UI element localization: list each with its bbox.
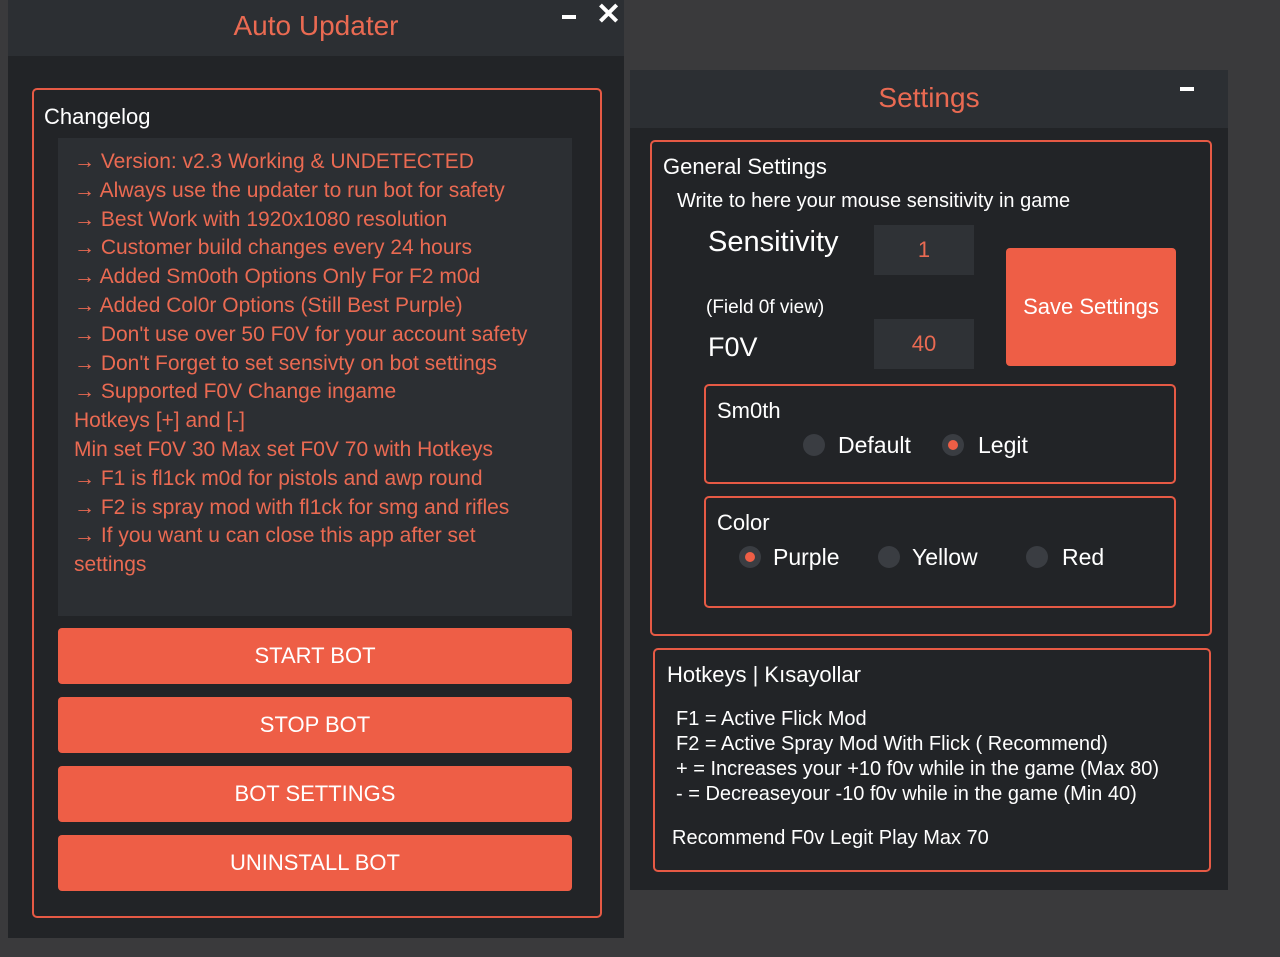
stop-bot-button[interactable]: STOP BOT <box>58 697 572 753</box>
color-yellow-label[interactable]: Yellow <box>912 544 978 571</box>
fov-hint-label: (Field 0f view) <box>706 297 825 318</box>
hotkeys-group: Hotkeys | Kısayollar F1 = Active Flick M… <box>653 648 1211 872</box>
smooth-default-radio[interactable] <box>803 434 825 456</box>
close-button[interactable]: ✕ <box>596 0 621 30</box>
smooth-group: Sm0th Default Legit <box>704 384 1176 484</box>
changelog-line: → Best Work with 1920x1080 resolution <box>74 207 448 231</box>
changelog-line: → Supported F0V Change ingame <box>74 380 397 404</box>
changelog-line: → F1 is fl1ck m0d for pistols and awp ro… <box>74 466 483 490</box>
changelog-line: Min set F0V 30 Max set F0V 70 with Hotke… <box>74 437 493 461</box>
color-purple-radio[interactable] <box>739 546 761 568</box>
changelog-line: → Added Sm0oth Options Only For F2 m0d <box>74 265 481 289</box>
bot-settings-button[interactable]: BOT SETTINGS <box>58 766 572 822</box>
changelog-line: → Don't use over 50 F0V for your account… <box>74 322 528 346</box>
changelog-line: → Always use the updater to run bot for … <box>74 178 505 202</box>
settings-window: Settings General Settings Write to here … <box>630 70 1228 890</box>
changelog-group: Changelog → Version: v2.3 Working & UNDE… <box>32 88 602 918</box>
color-red-radio[interactable] <box>1026 546 1048 568</box>
changelog-label: Changelog <box>44 104 151 129</box>
changelog-line: → Version: v2.3 Working & UNDETECTED <box>74 150 474 173</box>
hotkey-recommend: Recommend F0v Legit Play Max 70 <box>672 827 989 849</box>
changelog-line: settings <box>74 553 147 577</box>
changelog-line: → Don't Forget to set sensivty on bot se… <box>74 351 498 375</box>
minimize-button[interactable] <box>1180 87 1194 91</box>
color-yellow-radio[interactable] <box>878 546 900 568</box>
hotkey-line: + = Increases your +10 f0v while in the … <box>676 758 1160 780</box>
general-settings-label: General Settings <box>663 154 827 179</box>
window-title: Settings <box>878 82 980 113</box>
sensitivity-label: Sensitivity <box>708 226 839 258</box>
changelog-line: Hotkeys [+] and [-] <box>74 409 245 433</box>
color-purple-label[interactable]: Purple <box>773 544 839 571</box>
settings-titlebar[interactable]: Settings <box>630 70 1228 128</box>
changelog-line: → Added Col0r Options (Still Best Purple… <box>74 293 463 317</box>
changelog-line: → Customer build changes every 24 hours <box>74 236 473 260</box>
color-label: Color <box>717 510 770 535</box>
auto-updater-titlebar[interactable]: Auto Updater ✕ <box>8 0 624 56</box>
changelog-text[interactable]: → Version: v2.3 Working & UNDETECTED → A… <box>58 138 572 616</box>
color-red-label[interactable]: Red <box>1062 544 1104 571</box>
hotkey-line: - = Decreaseyour -10 f0v while in the ga… <box>676 783 1137 805</box>
start-bot-button[interactable]: START BOT <box>58 628 572 684</box>
minimize-button[interactable] <box>562 15 576 19</box>
hotkey-line: F1 = Active Flick Mod <box>676 708 867 730</box>
smooth-label: Sm0th <box>717 398 781 423</box>
sensitivity-instruction: Write to here your mouse sensitivity in … <box>677 190 1071 212</box>
general-settings-group: General Settings Write to here your mous… <box>650 140 1212 636</box>
fov-input[interactable]: 40 <box>874 319 974 369</box>
smooth-legit-label[interactable]: Legit <box>978 432 1028 459</box>
sensitivity-input[interactable]: 1 <box>874 225 974 275</box>
uninstall-bot-button[interactable]: UNINSTALL BOT <box>58 835 572 891</box>
hotkeys-label: Hotkeys | Kısayollar <box>667 662 862 687</box>
color-group: Color Purple Yellow Red <box>704 496 1176 608</box>
auto-updater-window: Auto Updater ✕ Changelog → Version: v2.3… <box>8 0 624 938</box>
changelog-line: → If you want u can close this app after… <box>74 524 476 548</box>
hotkey-line: F2 = Active Spray Mod With Flick ( Recom… <box>676 733 1108 755</box>
window-title: Auto Updater <box>233 10 399 41</box>
save-settings-button[interactable]: Save Settings <box>1006 248 1176 366</box>
smooth-legit-radio[interactable] <box>942 434 964 456</box>
smooth-default-label[interactable]: Default <box>838 432 911 459</box>
fov-label: F0V <box>708 332 758 362</box>
changelog-line: → F2 is spray mod with fl1ck for smg and… <box>74 495 510 519</box>
